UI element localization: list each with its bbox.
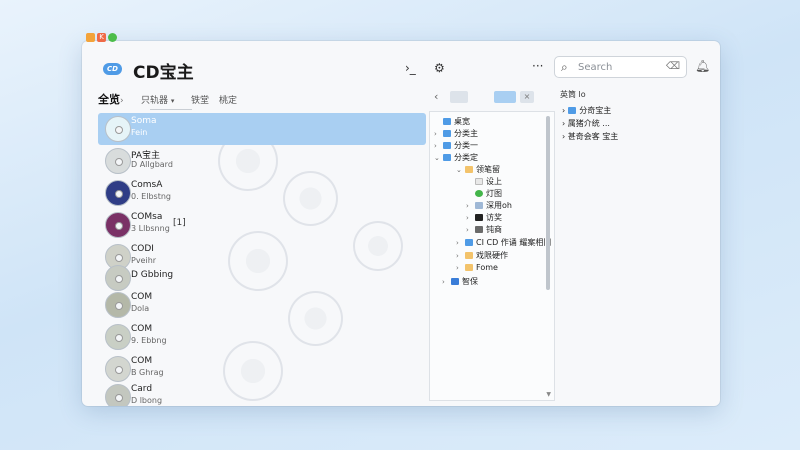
list-item-title: Card (131, 384, 153, 394)
list-item-badge: [1] (173, 218, 186, 228)
k-badge-icon: K (97, 33, 106, 42)
list-item-subtitle: Fein (131, 128, 148, 137)
archive-icon (475, 226, 483, 233)
list-item-title: ComsA (131, 180, 163, 190)
bell-icon[interactable]: 🔔︎ (695, 59, 710, 73)
document-icon (475, 178, 483, 185)
terminal-icon[interactable]: ›_ (405, 61, 416, 75)
tree-item[interactable]: › 访奖 (466, 212, 502, 223)
details-panel: 英筒 lo › 分奇宝主 › 属猪介统 ... › 甚奇会客 宝主 (556, 87, 712, 387)
disc-icon (105, 265, 131, 291)
folder-icon (465, 239, 473, 246)
list-item-title: COM (131, 292, 153, 302)
tree-scrollbar[interactable] (546, 116, 550, 290)
terminal-icon (475, 214, 483, 221)
tree-item[interactable]: › Fome (456, 263, 498, 274)
settings-icon[interactable]: ⚙ (434, 61, 445, 75)
details-item[interactable]: › 属猪介统 ... (562, 118, 610, 129)
list-item[interactable]: COM 9. Ebbng (98, 321, 426, 353)
folder-icon (465, 264, 473, 271)
folder-icon (443, 130, 451, 137)
tree-item[interactable]: ⌄ 领笔留 (456, 164, 500, 175)
folder-icon (465, 252, 473, 259)
list-item-title: CODI (131, 244, 154, 254)
disc-icon (105, 292, 131, 318)
zoom-window-button[interactable] (108, 33, 117, 42)
close-window-button[interactable] (86, 33, 95, 42)
tree-toolbar: ‹ × (430, 89, 554, 107)
search-placeholder: Search (578, 62, 613, 73)
list-item[interactable]: PA宝主 D Allgbard (98, 145, 426, 177)
list-item-subtitle: Dola (131, 304, 150, 313)
list-item-subtitle: 9. Ebbng (131, 336, 167, 345)
tree-item[interactable]: › 钝商 (466, 224, 502, 235)
disc-icon (105, 324, 131, 350)
app-logo: CD (103, 63, 122, 75)
search-icon: ⌕ (561, 60, 568, 74)
folder-tree: 桌宽 › 分类主 › 分类一 ⌄ 分类定 ⌄ 领笔留 设上 灯图 › 深用oh › 访奖 ›… (429, 111, 555, 401)
list-item[interactable]: ComsA 0. Elbstng (98, 177, 426, 209)
tree-item[interactable]: › CI CD 作诵 耀案相旧 (456, 237, 551, 248)
disc-icon (105, 116, 131, 142)
search-input[interactable]: ⌕ Search ⌫ (554, 56, 687, 78)
list-item-subtitle: B Ghrag (131, 368, 164, 377)
more-menu-button[interactable]: ··· (532, 59, 543, 73)
list-item[interactable]: COM Dola (98, 289, 426, 321)
list-item-title: COM (131, 324, 153, 334)
details-item[interactable]: › 分奇宝主 (562, 105, 611, 116)
tab-third[interactable]: 桃定 (219, 93, 237, 106)
list-item-title: COM (131, 356, 153, 366)
tree-item[interactable]: › 智保 (442, 276, 478, 287)
details-title: 英筒 lo (560, 90, 586, 99)
tree-item[interactable]: 灯图 (466, 188, 502, 199)
disc-icon (105, 384, 131, 406)
folder-icon (465, 166, 473, 173)
list-item-title: COMsa (131, 212, 163, 222)
disc-icon (105, 356, 131, 382)
close-icon[interactable]: × (520, 91, 534, 103)
title-bar: CD CD宝主 ›_ ⚙ ··· ⌕ Search ⌫ 🔔︎ (82, 41, 720, 87)
list-item-subtitle: D Allgbard (131, 160, 173, 169)
scroll-down-icon[interactable]: ▼ (546, 391, 551, 398)
folder-icon (443, 154, 451, 161)
list-item[interactable]: Soma Fein (98, 113, 426, 145)
tree-item[interactable]: › 深用oh (466, 200, 512, 211)
folder-icon (568, 107, 577, 114)
back-chevron-icon[interactable]: ‹ (434, 90, 438, 103)
folder-icon (443, 142, 451, 149)
tab-second[interactable]: 铁堂 (191, 93, 209, 106)
list-item-title: Soma (131, 116, 157, 126)
disc-icon (105, 212, 131, 238)
tab-underline (150, 109, 192, 110)
toolbar-button-active[interactable] (494, 91, 516, 103)
tab-all[interactable]: 全览› (98, 91, 124, 107)
window-controls: K (86, 33, 117, 42)
disc-list: Soma Fein PA宝主 D Allgbard ComsA 0. Elbst… (98, 111, 426, 406)
disc-icon (105, 148, 131, 174)
tree-item[interactable]: › 戏限硬作 (456, 250, 508, 261)
list-item[interactable]: Card D lbong (98, 381, 426, 406)
app-window: CD CD宝主 ›_ ⚙ ··· ⌕ Search ⌫ 🔔︎ 全览› 只轨器 ▾… (82, 41, 720, 406)
list-item-subtitle: 0. Elbstng (131, 192, 171, 201)
filter-icon[interactable]: ⌫ (666, 61, 680, 72)
list-item-title: D Gbbing (131, 270, 174, 280)
app-title: CD宝主 (133, 63, 194, 83)
image-icon (475, 202, 483, 209)
tree-item[interactable]: 设上 (466, 176, 502, 187)
tree-item[interactable]: ⌄ 分类定 (434, 152, 478, 163)
list-item-subtitle: D lbong (131, 396, 163, 405)
app-icon (475, 190, 483, 197)
folder-icon (443, 118, 451, 125)
tree-item[interactable]: › 分类一 (434, 140, 478, 151)
folder-icon (451, 278, 459, 285)
tree-item[interactable]: › 分类主 (434, 128, 478, 139)
tree-item[interactable]: 桌宽 (434, 116, 470, 127)
details-item[interactable]: › 甚奇会客 宝主 (562, 131, 618, 142)
tab-dropdown[interactable]: 只轨器 ▾ (141, 93, 174, 106)
list-item-subtitle: 3 Llbsnng (131, 224, 170, 233)
toolbar-button[interactable] (450, 91, 468, 103)
disc-icon (105, 180, 131, 206)
list-item[interactable]: COMsa 3 Llbsnng [1] (98, 209, 426, 241)
